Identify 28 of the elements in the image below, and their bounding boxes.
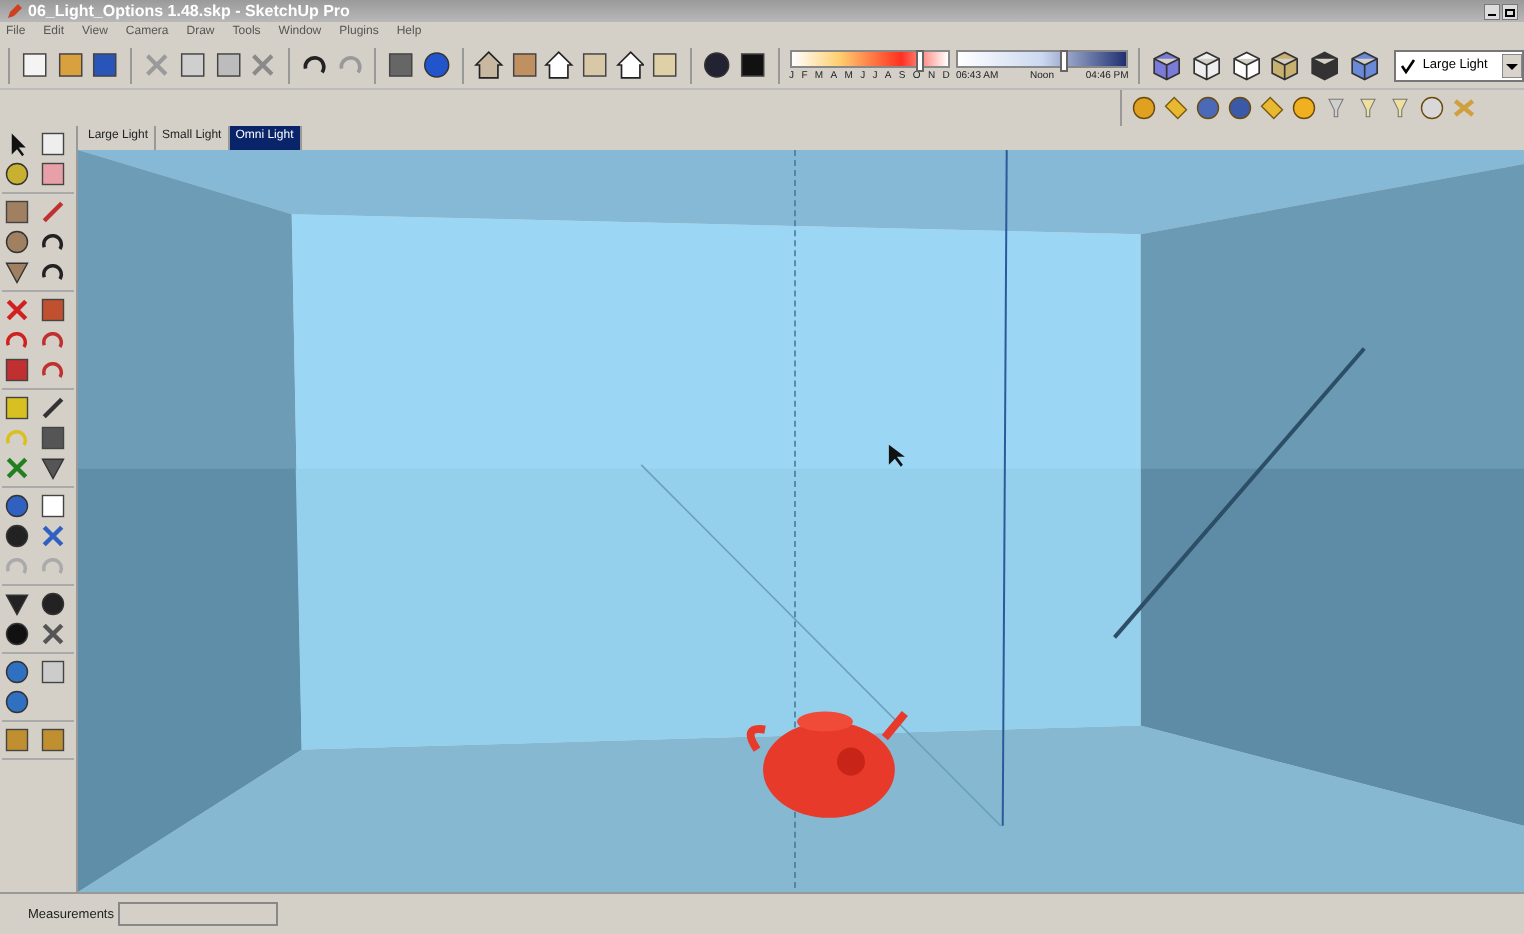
page-icon[interactable] <box>38 658 68 686</box>
shaded-cube-icon[interactable] <box>1268 48 1302 82</box>
house-outline-icon[interactable] <box>615 50 645 80</box>
wireframe-cube-icon[interactable] <box>1189 48 1224 82</box>
dropdown-arrow-icon <box>1502 53 1523 77</box>
house-front-icon[interactable] <box>544 50 574 80</box>
polygon-icon[interactable] <box>2 258 32 286</box>
monochrome-cube-icon[interactable] <box>1347 48 1381 82</box>
minimize-icon[interactable] <box>1484 3 1500 19</box>
tag-icon[interactable] <box>1162 94 1190 122</box>
circle-icon[interactable] <box>2 228 32 256</box>
spotlight-icon[interactable] <box>1386 94 1414 122</box>
restore-icon[interactable] <box>1502 3 1518 19</box>
spotlight-icon[interactable] <box>1354 94 1382 122</box>
rotate-icon[interactable] <box>2 326 32 354</box>
measurements-field[interactable] <box>118 902 278 926</box>
rectangle-icon[interactable] <box>2 198 32 226</box>
xray-cube-icon[interactable] <box>1150 48 1184 82</box>
tag-icon[interactable] <box>1258 94 1286 122</box>
iso-view-icon[interactable] <box>473 50 504 80</box>
arc-icon[interactable] <box>38 228 68 256</box>
new-file-icon[interactable] <box>19 50 50 80</box>
sphere-icon[interactable] <box>1290 94 1318 122</box>
textured-cube-icon[interactable] <box>1307 48 1342 82</box>
window-title: 06_Light_Options 1.48.skp - SketchUp Pro <box>28 2 350 20</box>
light-sphere-icon[interactable] <box>1418 94 1446 122</box>
cursor-icon <box>888 444 905 467</box>
hidden-line-cube-icon[interactable] <box>1229 48 1263 82</box>
